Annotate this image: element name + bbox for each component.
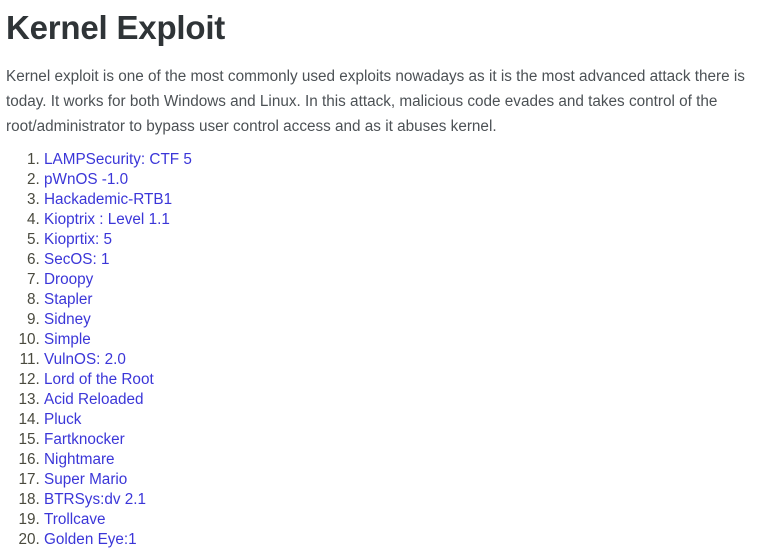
exploit-link[interactable]: Fartknocker: [44, 431, 125, 448]
exploit-link[interactable]: Hackademic-RTB1: [44, 191, 172, 208]
list-item: Golden Eye:1: [44, 530, 784, 550]
article-page: Kernel Exploit Kernel exploit is one of …: [0, 0, 784, 558]
list-item: Trollcave: [44, 510, 784, 530]
list-item: Kioptrix : Level 1.1: [44, 210, 784, 230]
list-item: Pluck: [44, 410, 784, 430]
exploit-link[interactable]: pWnOS -1.0: [44, 171, 128, 188]
list-item: Lord of the Root: [44, 370, 784, 390]
exploit-link[interactable]: Pluck: [44, 411, 81, 428]
list-item: Kioprtix: 5: [44, 230, 784, 250]
exploit-list: LAMPSecurity: CTF 5 pWnOS -1.0 Hackademi…: [0, 150, 784, 550]
exploit-link[interactable]: Acid Reloaded: [44, 391, 144, 408]
exploit-link[interactable]: SecOS: 1: [44, 251, 109, 268]
intro-paragraph: Kernel exploit is one of the most common…: [6, 68, 745, 135]
list-item: SecOS: 1: [44, 250, 784, 270]
exploit-link[interactable]: Droopy: [44, 271, 93, 288]
exploit-link[interactable]: Trollcave: [44, 511, 106, 528]
list-item: Droopy: [44, 270, 784, 290]
list-item: Fartknocker: [44, 430, 784, 450]
exploit-link[interactable]: BTRSys:dv 2.1: [44, 491, 146, 508]
exploit-link[interactable]: LAMPSecurity: CTF 5: [44, 151, 192, 168]
list-item: pWnOS -1.0: [44, 170, 784, 190]
list-item: Nightmare: [44, 450, 784, 470]
exploit-link[interactable]: Kioprtix: 5: [44, 231, 112, 248]
exploit-link[interactable]: Lord of the Root: [44, 371, 154, 388]
list-item: VulnOS: 2.0: [44, 350, 784, 370]
exploit-link[interactable]: Super Mario: [44, 471, 127, 488]
page-title: Kernel Exploit: [6, 9, 226, 46]
list-item: Acid Reloaded: [44, 390, 784, 410]
exploit-link[interactable]: Stapler: [44, 291, 92, 308]
exploit-link[interactable]: Simple: [44, 331, 91, 348]
exploit-link[interactable]: Sidney: [44, 311, 91, 328]
list-item: Hackademic-RTB1: [44, 190, 784, 210]
exploit-link[interactable]: VulnOS: 2.0: [44, 351, 126, 368]
list-item: Super Mario: [44, 470, 784, 490]
list-item: Sidney: [44, 310, 784, 330]
exploit-link[interactable]: Nightmare: [44, 451, 115, 468]
exploit-link[interactable]: Kioptrix : Level 1.1: [44, 211, 170, 228]
list-item: BTRSys:dv 2.1: [44, 490, 784, 510]
list-item: Simple: [44, 330, 784, 350]
exploit-link[interactable]: Golden Eye:1: [44, 531, 137, 548]
list-item: LAMPSecurity: CTF 5: [44, 150, 784, 170]
list-item: Stapler: [44, 290, 784, 310]
